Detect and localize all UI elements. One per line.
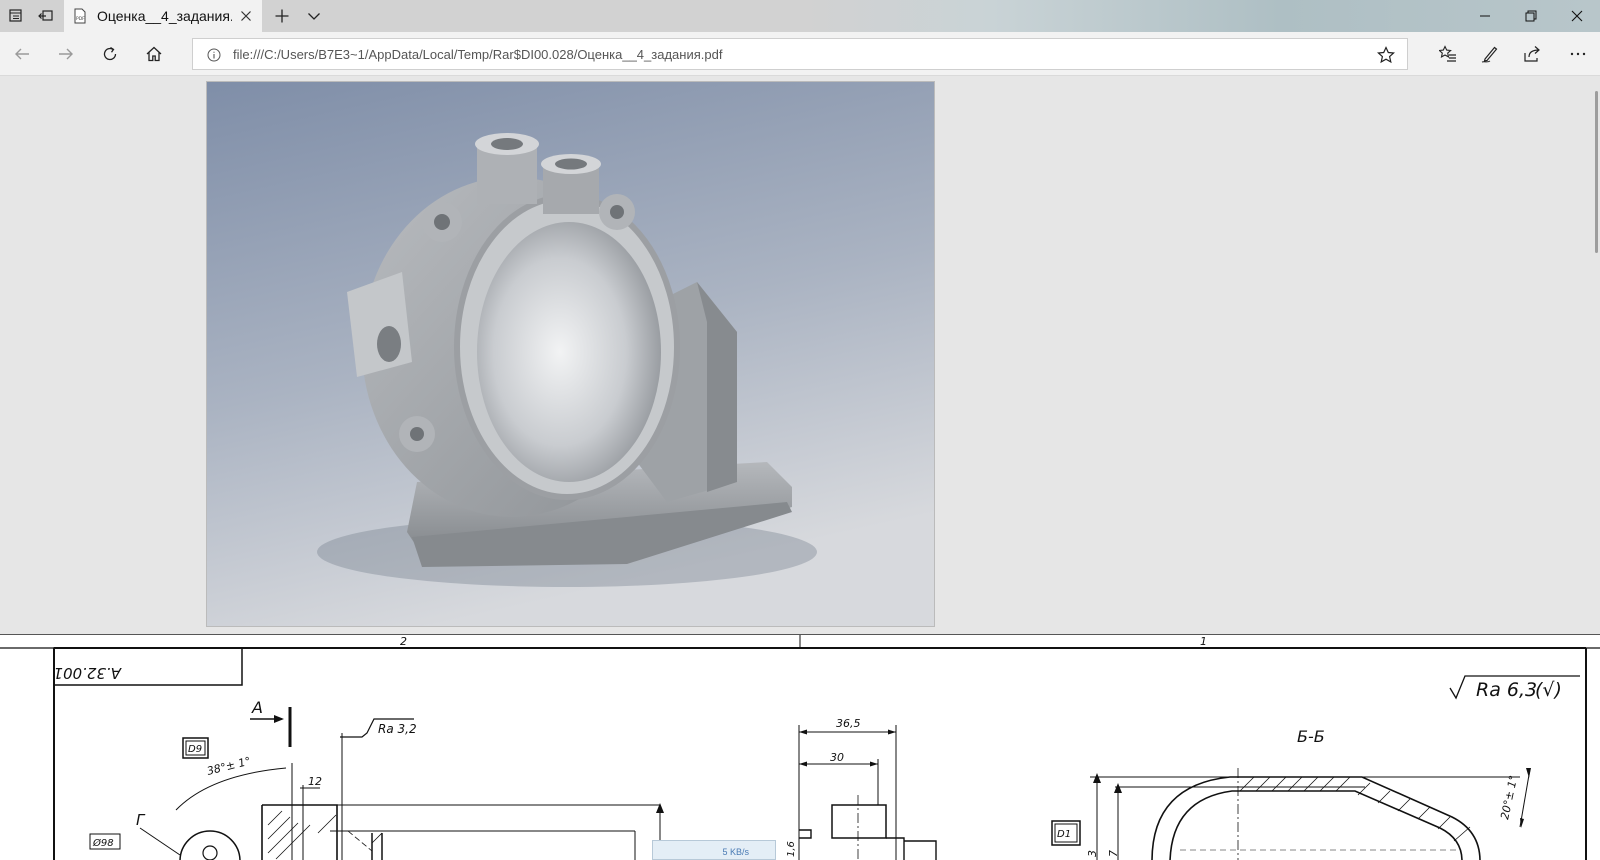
angle-20: 20°± 1° bbox=[1498, 774, 1520, 820]
dim-30: 30 bbox=[830, 751, 844, 764]
tab-strip: PDF Оценка__4_задания.pdf bbox=[0, 0, 1600, 32]
dim-36-5: 36,5 bbox=[836, 717, 861, 730]
window-close-icon[interactable] bbox=[1554, 0, 1600, 32]
new-tab-icon[interactable] bbox=[266, 0, 298, 32]
section-bb-label: Б-Б bbox=[1297, 727, 1325, 746]
dim-1-6: 1,6 bbox=[786, 841, 797, 857]
forward-icon[interactable] bbox=[44, 32, 88, 76]
restore-icon[interactable] bbox=[1508, 0, 1554, 32]
roughness-ra32: Ra 3,2 bbox=[378, 722, 417, 736]
info-icon[interactable] bbox=[207, 48, 221, 62]
download-speed: 5 KB/s bbox=[722, 847, 749, 857]
favorite-star-icon[interactable] bbox=[1376, 46, 1396, 64]
back-icon[interactable] bbox=[0, 32, 44, 76]
zone-label-2: 2 bbox=[400, 635, 407, 648]
tab-title: Оценка__4_задания.pdf bbox=[97, 8, 232, 24]
more-icon[interactable] bbox=[1556, 32, 1600, 76]
pdf-viewer[interactable]: 2 1 А.32.001 Ra 6,3 (√) А D9 Ra 3,2 38°±… bbox=[0, 77, 1600, 860]
download-indicator[interactable]: 5 KB/s bbox=[652, 840, 776, 860]
vertical-scrollbar[interactable] bbox=[1595, 91, 1598, 253]
share-icon[interactable] bbox=[1510, 32, 1554, 76]
roughness-general: Ra 6,3 bbox=[1476, 679, 1537, 701]
navigation-bar: file:///C:/Users/B7E3~1/AppData/Local/Te… bbox=[0, 32, 1600, 76]
set-tabs-aside-icon[interactable] bbox=[30, 0, 62, 32]
home-icon[interactable] bbox=[132, 32, 176, 76]
address-bar[interactable]: file:///C:/Users/B7E3~1/AppData/Local/Te… bbox=[192, 38, 1408, 70]
svg-text:PDF: PDF bbox=[76, 16, 85, 22]
drawing-stamp: А.32.001 bbox=[53, 664, 122, 682]
dim-3: 3 bbox=[1086, 850, 1099, 857]
tab-active[interactable]: PDF Оценка__4_задания.pdf bbox=[64, 0, 262, 32]
dim-7: 7 bbox=[1107, 850, 1120, 857]
favorites-list-icon[interactable] bbox=[1426, 32, 1470, 76]
dim-12: 12 bbox=[308, 775, 322, 788]
roughness-check: (√) bbox=[1535, 679, 1562, 701]
view-g-label: Г bbox=[136, 811, 146, 829]
pdf-icon: PDF bbox=[72, 8, 88, 24]
minimize-icon[interactable] bbox=[1462, 0, 1508, 32]
pen-icon[interactable] bbox=[1468, 32, 1512, 76]
drawing-page: 2 1 А.32.001 Ra 6,3 (√) А D9 Ra 3,2 38°±… bbox=[0, 634, 1600, 860]
zone-label-1: 1 bbox=[1200, 635, 1207, 648]
dia-98: Ø98 bbox=[92, 837, 114, 849]
tag-d1: D1 bbox=[1057, 829, 1071, 840]
tab-actions-icon[interactable] bbox=[0, 0, 32, 32]
part-render-image bbox=[206, 81, 935, 627]
refresh-icon[interactable] bbox=[88, 32, 132, 76]
url-text: file:///C:/Users/B7E3~1/AppData/Local/Te… bbox=[233, 47, 723, 62]
tab-list-chevron-icon[interactable] bbox=[298, 0, 330, 32]
tag-d9: D9 bbox=[188, 744, 202, 755]
close-icon[interactable] bbox=[238, 8, 254, 24]
view-a-label: А bbox=[251, 698, 263, 717]
